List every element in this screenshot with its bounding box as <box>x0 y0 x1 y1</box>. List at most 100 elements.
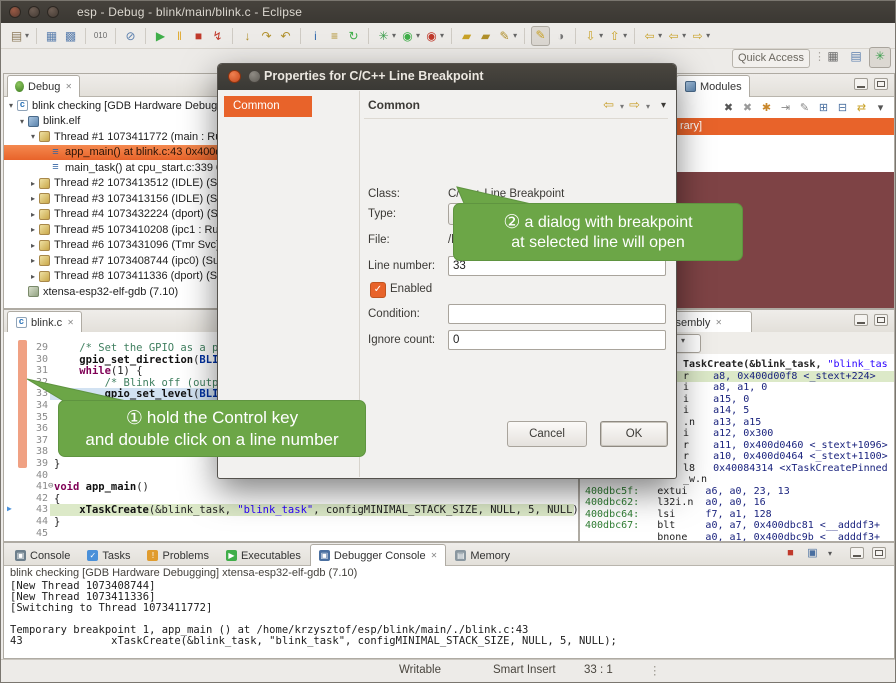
line-number[interactable]: 41 <box>30 481 48 492</box>
fold-minus-icon[interactable]: ⊖ <box>48 481 53 491</box>
debug-tree-item[interactable]: ▸Thread #7 1073408744 (ipc0) (Susp <box>4 253 219 268</box>
cancel-button[interactable]: Cancel <box>507 421 587 447</box>
debug-tree-item[interactable]: ≡app_main() at blink.c:43 0x400db <box>4 145 219 160</box>
step-return-button[interactable]: ↶ <box>277 27 294 45</box>
collapse-all-icon[interactable]: ⊟ <box>834 100 851 117</box>
expander-icon[interactable]: ▸ <box>28 225 38 234</box>
window-minimize-button[interactable] <box>28 6 40 18</box>
remove-all-modules-icon[interactable]: ✖ <box>739 100 756 117</box>
suspend-button[interactable]: ‖ <box>171 27 188 45</box>
enabled-checkbox[interactable]: ✓ <box>370 282 386 298</box>
display-console-icon[interactable]: ▣ <box>804 545 821 562</box>
quick-access-button[interactable]: Quick Access <box>732 49 810 68</box>
minimize-view-icon[interactable] <box>850 547 864 559</box>
forward-dropdown-icon[interactable]: ▾ <box>646 102 650 111</box>
resume-button[interactable]: ▶ <box>152 27 169 45</box>
line-number[interactable]: 42 <box>30 493 48 504</box>
debug-tree-item[interactable]: ▸Thread #5 1073410208 (ipc1 : Runni <box>4 222 219 237</box>
open-project-button[interactable]: ▰ <box>458 27 475 45</box>
debug-perspective-button[interactable]: ✳ <box>869 47 891 68</box>
run-external-button-dropdown-icon[interactable]: ▾ <box>440 31 444 40</box>
close-icon[interactable]: ✕ <box>431 551 438 560</box>
skip-breakpoints-button[interactable]: ⊘ <box>122 27 139 45</box>
console-dropdown-icon[interactable]: ▾ <box>828 549 832 558</box>
show-variables-button[interactable]: i <box>307 27 324 45</box>
back2-button-dropdown-icon[interactable]: ▾ <box>682 31 686 40</box>
step-over-button[interactable]: ↷ <box>258 27 275 45</box>
tab-debug[interactable]: Debug ✕ <box>7 75 80 97</box>
step-into-button[interactable]: ↓ <box>239 27 256 45</box>
expander-icon[interactable]: ▸ <box>28 179 38 188</box>
line-number[interactable]: 38 <box>30 446 48 457</box>
open-folder-button[interactable]: ▰ <box>477 27 494 45</box>
expander-icon[interactable]: ▾ <box>17 117 27 126</box>
new-wizard-button[interactable]: ▤ <box>8 27 25 45</box>
tab-debugger-console[interactable]: ▣Debugger Console✕ <box>310 544 446 566</box>
debug-button[interactable]: ✳ <box>375 27 392 45</box>
expander-icon[interactable]: ▸ <box>28 210 38 219</box>
disconnect-button[interactable]: ↯ <box>209 27 226 45</box>
last-edit-button[interactable]: ⇩ <box>582 27 599 45</box>
clear-icon[interactable]: ✎ <box>796 100 813 117</box>
expander-icon[interactable]: ▸ <box>28 241 38 250</box>
debug-button-dropdown-icon[interactable]: ▾ <box>392 31 396 40</box>
debug-tree-item[interactable]: ▸Thread #2 1073413512 (IDLE) (Susp <box>4 176 219 191</box>
maximize-view-icon[interactable] <box>872 547 886 559</box>
close-icon[interactable]: ✕ <box>715 318 722 327</box>
run-button[interactable]: ◉ <box>399 27 416 45</box>
tab-executables[interactable]: ▶Executables <box>218 545 309 566</box>
tab-tasks[interactable]: ✓Tasks <box>79 545 138 566</box>
load-symbols-icon[interactable]: ✱ <box>758 100 775 117</box>
debug-tree-item[interactable]: ▾blink.elf <box>4 114 219 129</box>
line-number[interactable]: 40 <box>30 470 48 481</box>
debug-tree-item[interactable]: ▸Thread #6 1073431096 (Tmr Svc) (S <box>4 238 219 253</box>
new-wizard-button-dropdown-icon[interactable]: ▾ <box>25 31 29 40</box>
debug-tree-item[interactable]: ▾cblink checking [GDB Hardware Debug <box>4 98 219 113</box>
new-connection-button-dropdown-icon[interactable]: ▾ <box>513 31 517 40</box>
expander-icon[interactable]: ▾ <box>28 132 38 141</box>
tab-modules[interactable]: Modules <box>676 75 750 97</box>
close-icon[interactable]: ✕ <box>67 318 74 327</box>
condition-input[interactable] <box>448 304 666 324</box>
back-dropdown-icon[interactable]: ▾ <box>620 102 624 111</box>
close-icon[interactable]: ✕ <box>65 82 72 91</box>
build-button[interactable]: 010 <box>92 27 109 45</box>
forward-button[interactable]: ⇨ <box>689 27 706 45</box>
minimize-view-icon[interactable] <box>854 78 868 90</box>
forward-button-dropdown-icon[interactable]: ▾ <box>706 31 710 40</box>
terminate-console-icon[interactable]: ■ <box>782 545 799 562</box>
back-button-dropdown-icon[interactable]: ▾ <box>658 31 662 40</box>
expander-icon[interactable]: ▸ <box>28 256 38 265</box>
minimize-view-icon[interactable] <box>854 314 868 326</box>
back-arrow-icon[interactable]: ⇦ <box>603 97 614 113</box>
remove-module-icon[interactable]: ✖ <box>720 100 737 117</box>
line-number[interactable]: 45 <box>30 528 48 539</box>
mark-occurrences-button[interactable]: ✎ <box>531 26 550 46</box>
dialog-minimize-button[interactable] <box>248 70 261 83</box>
next-annotation-button[interactable]: ⇧ <box>606 27 623 45</box>
expander-icon[interactable]: ▸ <box>28 194 38 203</box>
dialog-sidebar-item-common[interactable]: Common <box>224 96 312 117</box>
debug-tree-item[interactable]: ▸Thread #8 1073411336 (dport) (Sus <box>4 269 219 284</box>
window-maximize-button[interactable] <box>47 6 59 18</box>
restart-button[interactable]: ↻ <box>345 27 362 45</box>
new-connection-button[interactable]: ✎ <box>496 27 513 45</box>
forward-arrow-icon[interactable]: ⇨ <box>629 97 640 113</box>
link-with-icon[interactable]: ⇄ <box>853 100 870 117</box>
tab-memory[interactable]: ▤Memory <box>447 545 518 566</box>
run-button-dropdown-icon[interactable]: ▾ <box>416 31 420 40</box>
line-number[interactable]: 43 <box>30 504 48 515</box>
instruction-stepping-button[interactable]: ≡ <box>326 27 343 45</box>
goto-file-icon[interactable]: ⇥ <box>777 100 794 117</box>
expander-icon[interactable]: ▾ <box>6 101 16 110</box>
debug-tree-item[interactable]: ▸Thread #3 1073413156 (IDLE) (Susp <box>4 191 219 206</box>
tab-problems[interactable]: !Problems <box>139 545 216 566</box>
back-button[interactable]: ⇦ <box>641 27 658 45</box>
back2-button[interactable]: ⇦ <box>665 27 682 45</box>
open-perspective-button[interactable]: ▦ <box>823 47 843 66</box>
line-number[interactable]: 30 <box>30 354 48 365</box>
terminate-button[interactable]: ■ <box>190 27 207 45</box>
save-button[interactable]: ▦ <box>43 27 60 45</box>
view-menu-icon[interactable]: ▾ <box>872 100 889 117</box>
save-all-button[interactable]: ▩ <box>62 27 79 45</box>
